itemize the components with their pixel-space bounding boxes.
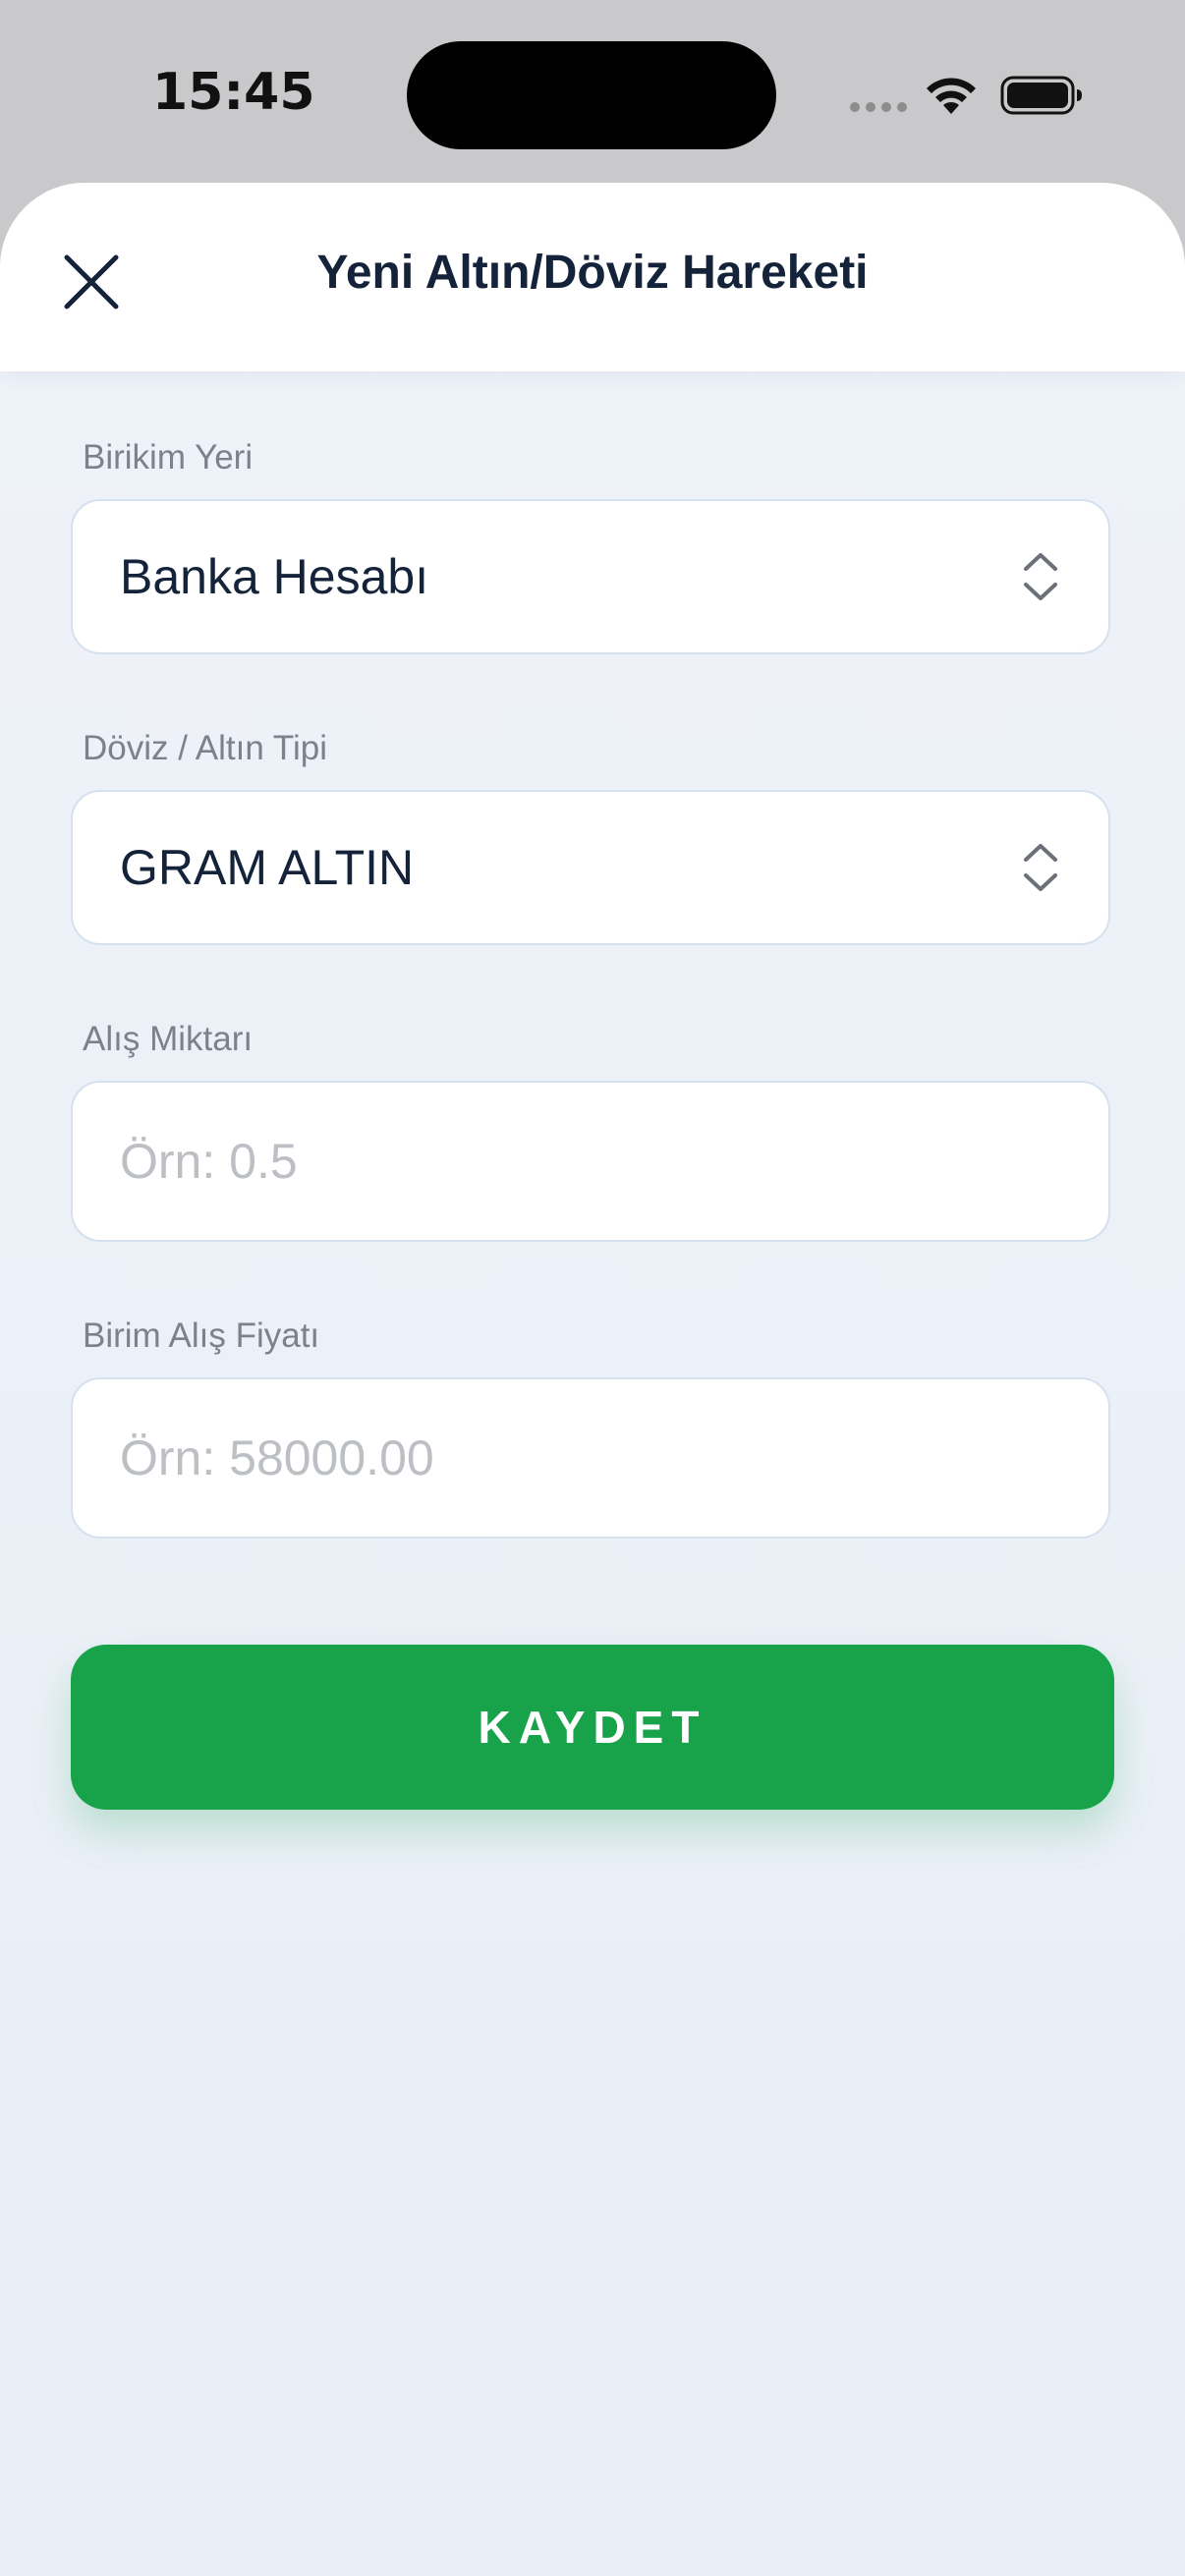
- unit-price-input[interactable]: [120, 1379, 1044, 1537]
- chevron-up-down-icon: [1024, 553, 1057, 600]
- status-time: 15:45: [152, 63, 315, 122]
- savings-place-group: Birikim Yeri Banka Hesabı: [71, 436, 1114, 654]
- modal-sheet: Yeni Altın/Döviz Hareketi Birikim Yeri B…: [0, 183, 1185, 2576]
- page-title: Yeni Altın/Döviz Hareketi: [316, 247, 869, 299]
- save-button[interactable]: KAYDET: [71, 1645, 1114, 1810]
- dynamic-island: [407, 41, 776, 149]
- currency-type-group: Döviz / Altın Tipi GRAM ALTIN: [71, 727, 1114, 945]
- currency-type-value: GRAM ALTIN: [120, 840, 415, 895]
- purchase-amount-group: Alış Miktarı: [71, 1018, 1114, 1242]
- savings-place-label: Birikim Yeri: [83, 438, 254, 476]
- transaction-form: Birikim Yeri Banka Hesabı Döviz / Altın …: [71, 436, 1114, 1539]
- chevron-up-down-icon: [1024, 844, 1057, 891]
- wifi-icon: [927, 78, 976, 114]
- unit-price-label: Birim Alış Fiyatı: [83, 1316, 320, 1355]
- unit-price-field-container: [71, 1377, 1110, 1539]
- purchase-amount-label: Alış Miktarı: [83, 1020, 254, 1058]
- battery-icon: [1000, 76, 1082, 115]
- screen: 15:45 Yeni Altın/Döviz Hareketi Birikim …: [0, 0, 1185, 2576]
- purchase-amount-input[interactable]: [120, 1083, 1044, 1240]
- currency-type-label: Döviz / Altın Tipi: [83, 729, 327, 767]
- currency-type-select[interactable]: GRAM ALTIN: [71, 790, 1110, 945]
- savings-place-select[interactable]: Banka Hesabı: [71, 499, 1110, 654]
- sheet-header: Yeni Altın/Döviz Hareketi: [0, 183, 1185, 371]
- savings-place-value: Banka Hesabı: [120, 549, 429, 604]
- purchase-amount-field-container: [71, 1081, 1110, 1242]
- cellular-signal-icon: [850, 102, 907, 112]
- unit-price-group: Birim Alış Fiyatı: [71, 1315, 1114, 1539]
